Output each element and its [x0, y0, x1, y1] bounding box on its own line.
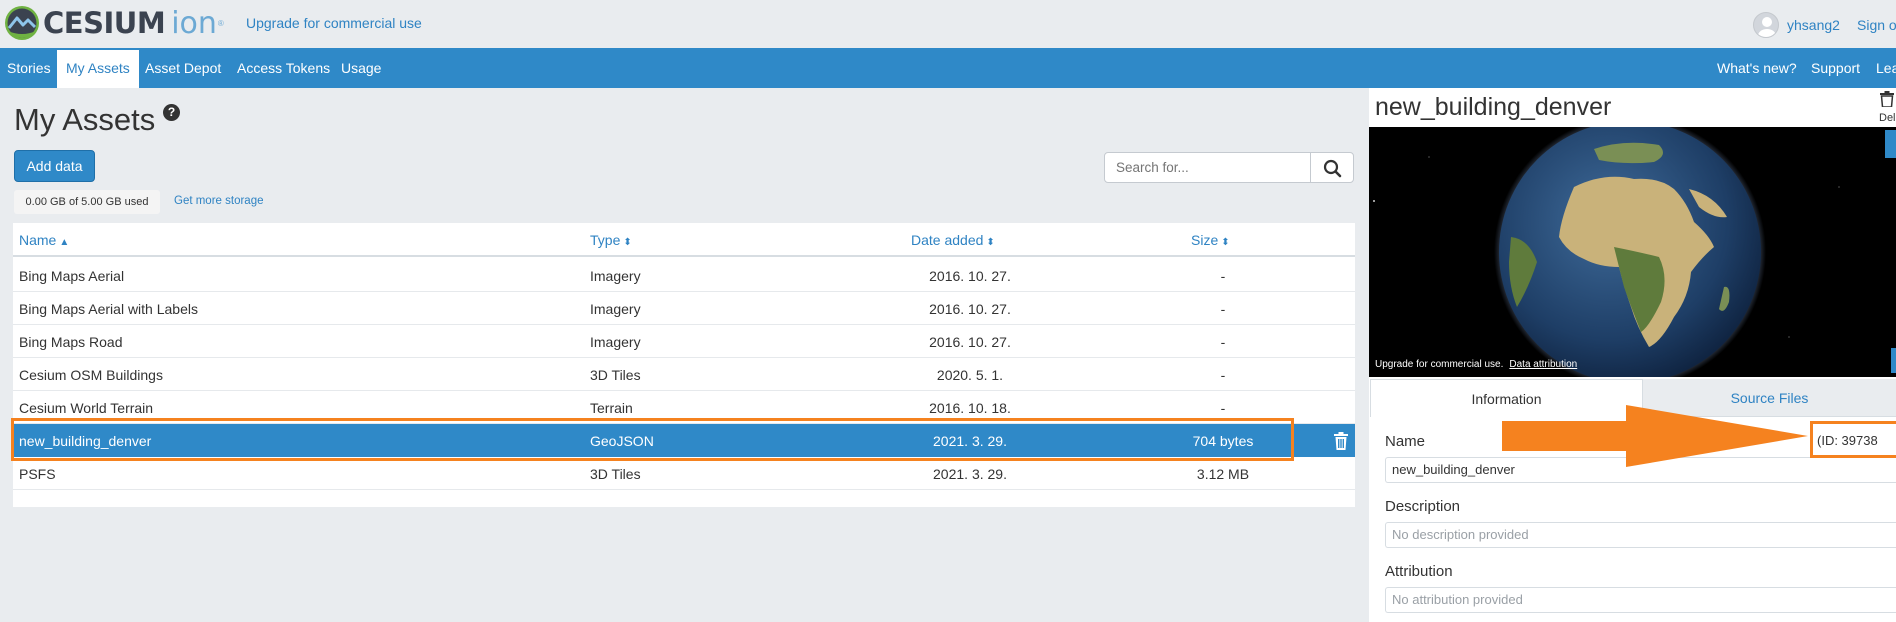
cesium-logo-icon [5, 6, 39, 40]
description-field[interactable]: No description provided [1385, 522, 1896, 548]
asset-title: new_building_denver [1375, 93, 1612, 121]
cell-type: Imagery [590, 301, 641, 317]
trash-icon [1880, 91, 1894, 107]
signout-link[interactable]: Sign o [1857, 17, 1896, 33]
cell-type: 3D Tiles [590, 367, 641, 383]
username[interactable]: yhsang2 [1787, 17, 1840, 33]
cell-size: - [1220, 334, 1226, 350]
table-row[interactable]: Bing Maps Aerial Imagery 2016. 10. 27. - [13, 259, 1355, 292]
globe-image [1373, 127, 1840, 377]
description-label: Description [1385, 498, 1461, 515]
cell-type: 3D Tiles [590, 466, 641, 482]
cell-date: 2016. 10. 27. [929, 268, 1011, 284]
get-more-storage-link[interactable]: Get more storage [174, 195, 263, 207]
logo-wordmark: CESIUM [43, 6, 166, 40]
cell-size: 3.12 MB [1196, 466, 1250, 482]
cell-size: - [1220, 367, 1226, 383]
main-nav: Stories My Assets Asset Depot Access Tok… [0, 48, 1896, 88]
cell-name[interactable]: Cesium OSM Buildings [19, 367, 163, 383]
cell-name[interactable]: Bing Maps Aerial [19, 268, 124, 284]
nav-asset-depot[interactable]: Asset Depot [145, 48, 221, 88]
assets-table: Name ▲ Type ⬍ Date added ⬍ Size ⬍ Bing Maps … [13, 223, 1355, 507]
search-input[interactable] [1104, 152, 1311, 183]
attribution-field[interactable]: No attribution provided [1385, 587, 1896, 613]
sort-icon: ⬍ [986, 237, 995, 248]
cell-size: - [1220, 268, 1226, 284]
nav-whats-new[interactable]: What's new? [1717, 48, 1797, 88]
column-size[interactable]: Size ⬍ [1191, 232, 1230, 248]
avatar [1753, 12, 1779, 38]
cell-type: Imagery [590, 268, 641, 284]
search-icon [1323, 159, 1342, 178]
viewer-control-bottom[interactable] [1891, 348, 1896, 373]
cell-size: - [1220, 400, 1226, 416]
name-label: Name [1385, 433, 1426, 450]
sort-icon: ⬍ [623, 237, 632, 248]
column-name[interactable]: Name ▲ [19, 232, 69, 248]
viewer-credit-text[interactable]: Upgrade for commercial use. [1375, 359, 1503, 370]
cell-date: 2016. 10. 27. [929, 301, 1011, 317]
cell-name[interactable]: Bing Maps Aerial with Labels [19, 301, 198, 317]
cell-date: 2016. 10. 27. [929, 334, 1011, 350]
annotation-arrow-icon [1502, 405, 1808, 467]
nav-usage[interactable]: Usage [341, 48, 381, 88]
viewer-credit: Upgrade for commercial use. Data attribut… [1375, 359, 1577, 370]
nav-learn[interactable]: Lea [1876, 48, 1896, 88]
table-row[interactable]: Cesium OSM Buildings 3D Tiles 2020. 5. 1… [13, 358, 1355, 391]
cell-date: 2020. 5. 1. [936, 367, 1004, 383]
globe-viewer[interactable] [1369, 127, 1896, 377]
cell-name[interactable]: PSFS [19, 466, 56, 482]
delete-label[interactable]: Del [1879, 112, 1896, 124]
add-data-button[interactable]: Add data [14, 150, 95, 182]
cell-type: Imagery [590, 334, 641, 350]
top-header: CESIUM ion ® Upgrade for commercial use … [0, 0, 1896, 48]
attribution-label: Attribution [1385, 563, 1453, 580]
search-button[interactable] [1310, 152, 1354, 183]
cell-name[interactable]: Cesium World Terrain [19, 400, 153, 416]
page-title: My Assets [14, 102, 156, 137]
trash-icon[interactable] [1333, 432, 1349, 450]
user-menu[interactable]: yhsang2 [1753, 12, 1840, 38]
cell-type: Terrain [590, 400, 633, 416]
cell-date: 2016. 10. 18. [929, 400, 1011, 416]
table-header: Name ▲ Type ⬍ Date added ⬍ Size ⬍ [13, 223, 1355, 257]
sort-icon: ⬍ [1221, 237, 1230, 248]
logo-ion: ion [171, 5, 217, 41]
nav-access-tokens[interactable]: Access Tokens [237, 48, 330, 88]
cell-name[interactable]: Bing Maps Road [19, 334, 123, 350]
table-row[interactable]: PSFS 3D Tiles 2021. 3. 29. 3.12 MB [13, 457, 1355, 490]
cell-date: 2021. 3. 29. [933, 466, 1007, 482]
logo-trademark: ® [217, 18, 224, 28]
column-date-added[interactable]: Date added ⬍ [911, 232, 995, 248]
data-attribution-link[interactable]: Data attribution [1509, 359, 1577, 370]
nav-my-assets[interactable]: My Assets [57, 50, 139, 88]
annotation-highlight-row [11, 418, 1294, 461]
sort-asc-icon: ▲ [59, 237, 70, 248]
asset-id: (ID: 39738 [1817, 433, 1878, 448]
help-icon[interactable]: ? [163, 104, 180, 121]
nav-support[interactable]: Support [1811, 48, 1860, 88]
nav-stories[interactable]: Stories [7, 48, 51, 88]
column-type[interactable]: Type ⬍ [590, 232, 632, 248]
table-row[interactable]: Bing Maps Road Imagery 2016. 10. 27. - [13, 325, 1355, 358]
upgrade-link[interactable]: Upgrade for commercial use [246, 15, 422, 31]
cell-size: - [1220, 301, 1226, 317]
cesium-ion-logo[interactable]: CESIUM ion ® [4, 5, 224, 41]
table-row[interactable]: Bing Maps Aerial with Labels Imagery 201… [13, 292, 1355, 325]
viewer-control[interactable] [1885, 130, 1896, 158]
storage-usage-badge: 0.00 GB of 5.00 GB used [14, 190, 160, 214]
